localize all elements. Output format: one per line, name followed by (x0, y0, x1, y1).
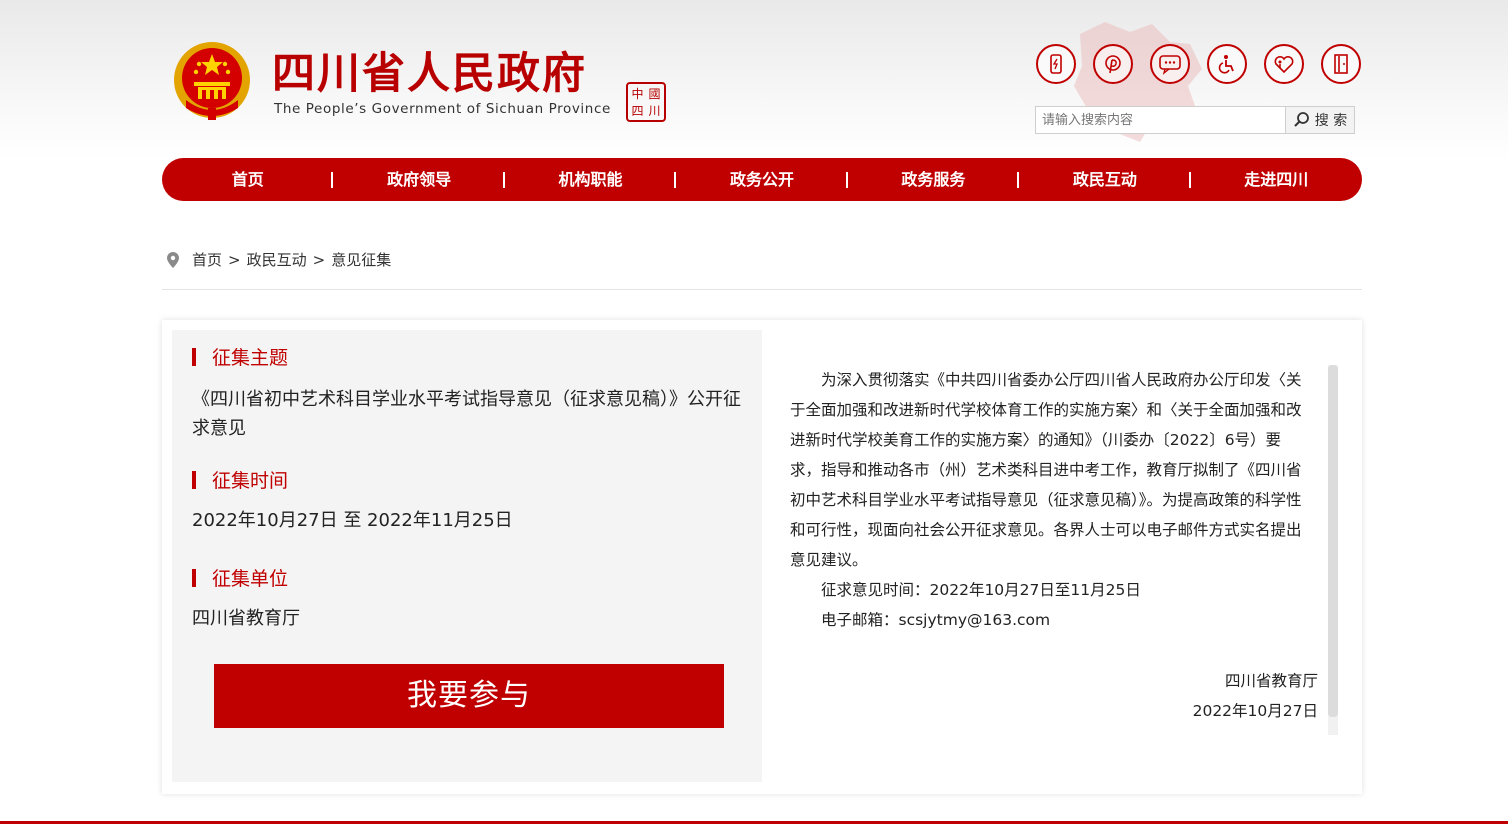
seal-char: 國 (648, 86, 661, 101)
search-icon (1294, 112, 1309, 127)
unit-label: 征集单位 (192, 567, 288, 591)
seal-char: 川 (648, 103, 661, 118)
mobile-icon[interactable] (1036, 44, 1076, 84)
message-icon[interactable] (1150, 44, 1190, 84)
nav-item-interaction[interactable]: 政民互动 (1019, 158, 1191, 201)
seal-char: 四 (631, 103, 644, 118)
time-text: 2022年10月27日 至 2022年11月25日 (192, 510, 513, 531)
join-button[interactable]: 我要参与 (214, 664, 724, 728)
toolbar-icons (1036, 44, 1361, 84)
exit-icon[interactable] (1321, 44, 1361, 84)
notice-paragraph: 为深入贯彻落实《中共四川省委办公厅四川省人民政府办公厅印发〈关于全面加强和改进新… (790, 371, 1302, 569)
breadcrumb-current: 意见征集 (331, 251, 392, 269)
notice-signature: 四川省教育厅 2022年10月27日 (1193, 666, 1318, 726)
signature-date: 2022年10月27日 (1192, 702, 1318, 720)
breadcrumb-home[interactable]: 首页 (192, 249, 222, 270)
collection-card: 征集主题 《四川省初中艺术科目学业水平考试指导意见（征求意见稿）》公开征求意见 … (162, 320, 1362, 794)
scrollbar-thumb[interactable] (1328, 365, 1338, 717)
site-subtitle: The People’s Government of Sichuan Provi… (274, 101, 611, 117)
location-pin-icon (167, 251, 179, 268)
nav-item-services[interactable]: 政务服务 (848, 158, 1020, 201)
search-box: 搜 索 (1035, 106, 1355, 134)
search-input[interactable] (1036, 107, 1285, 133)
breadcrumb: 首页 > 政民互动 > 意见征集 (166, 249, 391, 270)
nav-item-about-sichuan[interactable]: 走进四川 (1191, 158, 1362, 201)
divider (162, 289, 1362, 290)
signature-org: 四川省教育厅 (1224, 672, 1318, 690)
nav-item-home[interactable]: 首页 (162, 158, 334, 201)
notice-time-line: 征求意见时间：2022年10月27日至11月25日 (821, 581, 1141, 599)
elderly-care-icon[interactable] (1264, 44, 1304, 84)
main-nav: 首页 政府领导 机构职能 政务公开 政务服务 政民互动 走进四川 (162, 158, 1362, 201)
notice-email-line: 电子邮箱：scsjytmy@163.com (821, 611, 1051, 629)
seal-char: 中 (631, 86, 644, 101)
site-title: 四川省人民政府 (272, 49, 587, 99)
accessibility-icon[interactable] (1207, 44, 1247, 84)
breadcrumb-separator: > (228, 250, 241, 269)
breadcrumb-separator: > (312, 250, 326, 269)
national-emblem-logo (174, 42, 250, 120)
nav-item-public-affairs[interactable]: 政务公开 (676, 158, 849, 201)
china-seal-logo: 中 國 四 川 (626, 82, 666, 122)
topic-text: 《四川省初中艺术科目学业水平考试指导意见（征求意见稿）》公开征求意见 (192, 389, 741, 439)
search-button-label: 搜 索 (1314, 113, 1348, 129)
notice-content: 为深入贯彻落实《中共四川省委办公厅四川省人民政府办公厅印发〈关于全面加强和改进新… (790, 365, 1310, 635)
unit-text: 四川省教育厅 (192, 608, 300, 629)
search-button[interactable]: 搜 索 (1285, 107, 1354, 133)
topic-label: 征集主题 (192, 346, 288, 370)
collection-info-panel: 征集主题 《四川省初中艺术科目学业水平考试指导意见（征求意见稿）》公开征求意见 … (172, 330, 762, 782)
time-label: 征集时间 (192, 469, 288, 493)
nav-item-leaders[interactable]: 政府领导 (333, 158, 506, 201)
breadcrumb-interaction[interactable]: 政民互动 (247, 249, 307, 270)
weibo-icon[interactable] (1093, 44, 1133, 84)
nav-item-institutions[interactable]: 机构职能 (505, 158, 677, 201)
